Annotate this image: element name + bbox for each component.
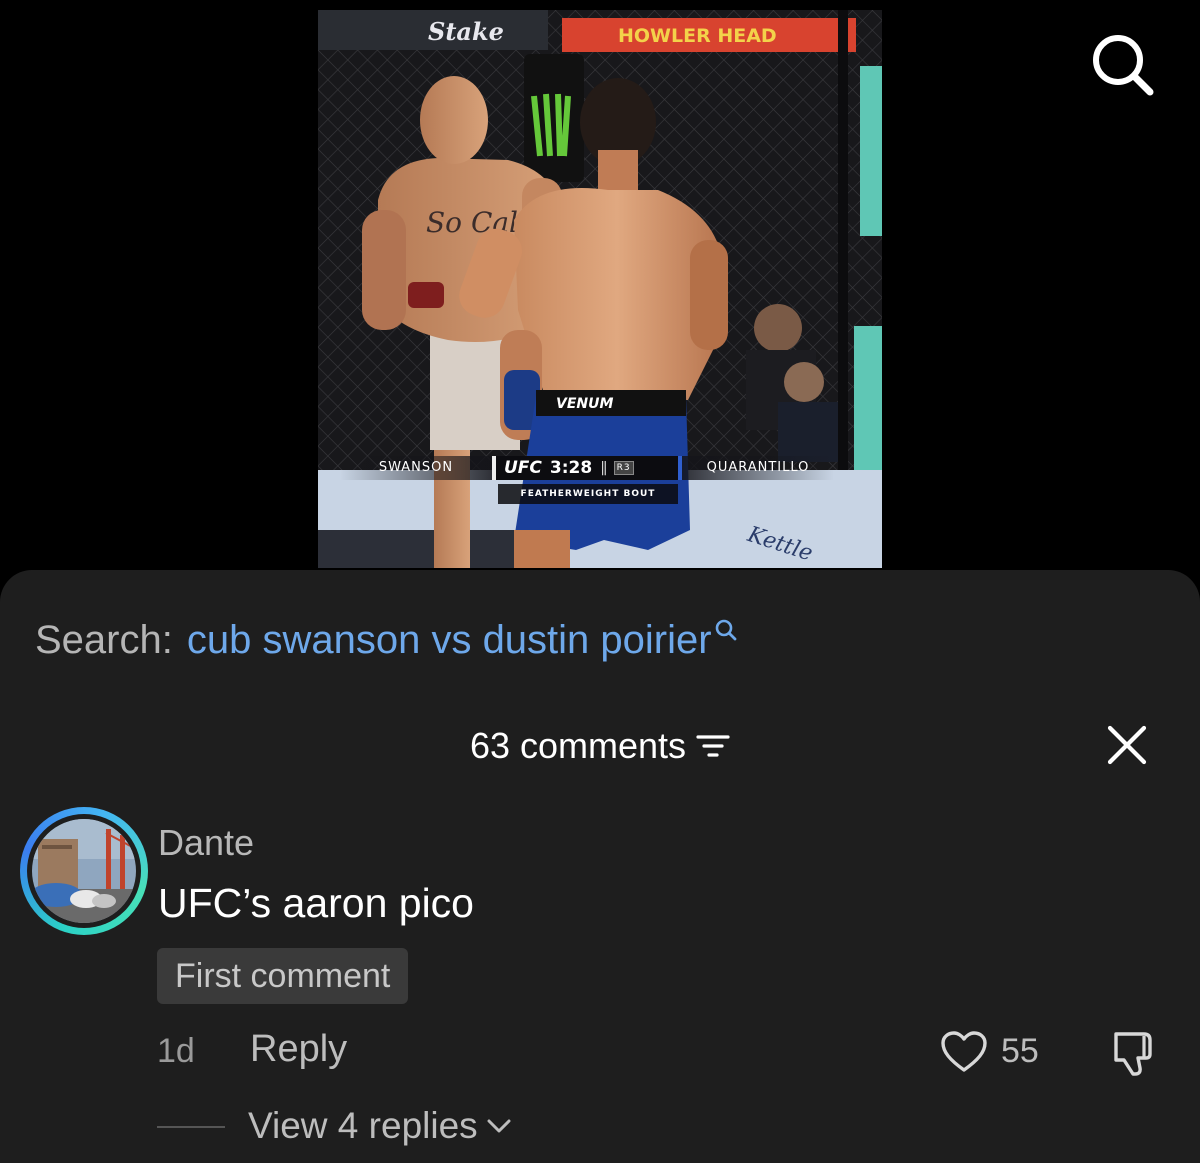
comment-username[interactable]: Dante	[158, 822, 254, 864]
ufc-logo: UFC	[504, 458, 542, 478]
video-frame[interactable]: Stake HOWLER HEAD Kettle So Cal VENUM SW…	[318, 10, 882, 568]
scoreboard-center: UFC 3:28 || R3	[492, 456, 678, 480]
fighter-right-name: QUARANTILLO	[678, 456, 834, 480]
svg-text:HOWLER HEAD: HOWLER HEAD	[618, 25, 777, 47]
avatar[interactable]	[20, 807, 148, 935]
search-query-link[interactable]: cub swanson vs dustin poirier	[187, 618, 712, 663]
fighter-left-name: SWANSON	[340, 456, 492, 480]
avatar-image	[32, 819, 136, 923]
svg-text:VENUM: VENUM	[556, 396, 613, 412]
comment-timestamp: 1d	[157, 1032, 195, 1070]
video-player[interactable]: Stake HOWLER HEAD Kettle So Cal VENUM SW…	[0, 0, 1200, 600]
svg-text:Stake: Stake	[428, 17, 504, 46]
chevron-down-icon	[487, 1119, 511, 1133]
comment-text: UFC’s aaron pico	[158, 880, 474, 926]
round-clock: 3:28	[549, 458, 593, 478]
bout-label: FEATHERWEIGHT BOUT	[498, 484, 678, 504]
round-indicator-bars: ||	[600, 460, 608, 476]
search-icon	[715, 619, 736, 641]
search-icon[interactable]	[1088, 30, 1156, 98]
search-suggestion[interactable]: Search: cub swanson vs dustin poirier	[35, 610, 738, 670]
scoreboard: SWANSON UFC 3:28 || R3 QUARANTILLO	[340, 456, 840, 480]
filter-icon[interactable]	[696, 732, 730, 760]
heart-icon[interactable]	[940, 1030, 988, 1074]
thumbs-down-icon[interactable]	[1108, 1028, 1158, 1078]
comments-count-title: 63 comments	[469, 725, 687, 766]
round-label: R3	[613, 461, 634, 475]
search-prefix: Search:	[35, 617, 173, 662]
first-comment-badge: First comment	[157, 948, 409, 1004]
like-count: 55	[1001, 1032, 1039, 1070]
view-replies-button[interactable]: View 4 replies	[248, 1105, 512, 1147]
reply-button[interactable]: Reply	[250, 1028, 347, 1071]
replies-divider	[157, 1126, 225, 1128]
view-replies-label: View 4 replies	[248, 1105, 478, 1146]
close-icon[interactable]	[1106, 724, 1148, 766]
comments-header: 63 comments	[0, 718, 1200, 774]
comments-sheet: Search: cub swanson vs dustin poirier 63…	[0, 570, 1200, 1163]
